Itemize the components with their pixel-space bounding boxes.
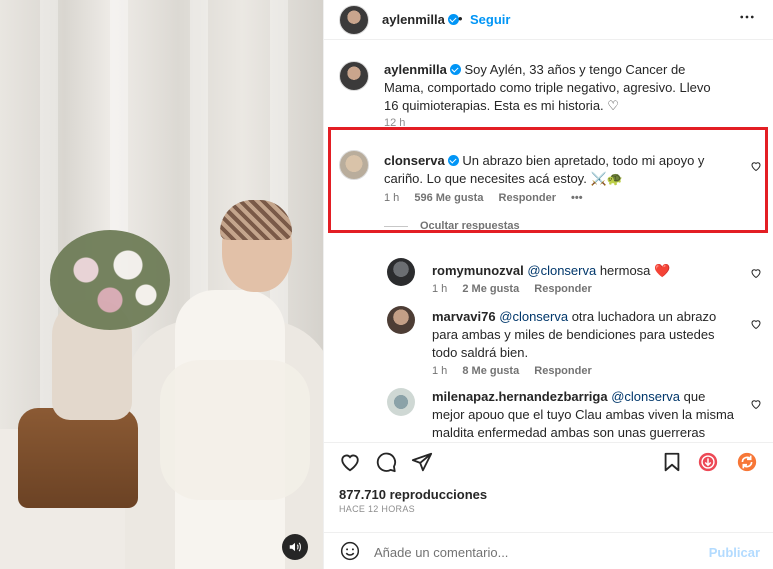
share-icon[interactable] [411, 451, 433, 473]
reply-button[interactable]: Responder [499, 192, 556, 204]
reply-button[interactable]: Responder [534, 283, 591, 295]
comment-composer: Publicar [324, 532, 773, 569]
reply-time: 1 h [432, 283, 448, 295]
comment-input[interactable] [374, 541, 694, 563]
reply-meta: 1 h 2 Me gusta Responder [432, 283, 604, 295]
reply-avatar[interactable] [387, 388, 415, 416]
comment-options-icon[interactable]: ••• [571, 192, 583, 204]
post-panel: aylenmilla • Seguir aylenmilla Soy Aylén… [323, 0, 773, 569]
author-username[interactable]: aylenmilla [382, 12, 445, 27]
reply-likes[interactable]: 8 Me gusta [462, 365, 519, 377]
caption: aylenmilla Soy Aylén, 33 años y tengo Ca… [384, 61, 714, 115]
reply-username[interactable]: romymunozval [432, 263, 524, 278]
reply-avatar[interactable] [387, 258, 415, 286]
more-options-icon[interactable] [738, 8, 756, 31]
caption-time: 12 h [384, 117, 406, 129]
like-comment-icon[interactable] [750, 398, 762, 410]
views-count[interactable]: 877.710 reproducciones [339, 487, 487, 502]
separator-dot: • [458, 11, 463, 26]
reply-mention[interactable]: @clonserva [499, 309, 568, 324]
hide-replies-button[interactable]: Ocultar respuestas [420, 220, 520, 232]
reply-likes[interactable]: 2 Me gusta [462, 283, 519, 295]
comment-meta: 1 h 596 Me gusta Responder ••• [384, 192, 595, 204]
reply-divider [384, 226, 408, 227]
emoji-icon[interactable] [340, 541, 360, 561]
action-bar [324, 442, 773, 482]
like-icon[interactable] [339, 451, 361, 473]
caption-username[interactable]: aylenmilla [384, 62, 447, 77]
reply-mention[interactable]: @clonserva [611, 389, 680, 404]
reply-username[interactable]: marvavi76 [432, 309, 496, 324]
save-icon[interactable] [661, 451, 683, 473]
reply-avatar[interactable] [387, 306, 415, 334]
post-comment-button[interactable]: Publicar [709, 545, 760, 560]
comments-list[interactable]: aylenmilla Soy Aylén, 33 años y tengo Ca… [324, 40, 773, 442]
like-comment-icon[interactable] [750, 318, 762, 330]
comment-avatar[interactable] [339, 150, 369, 180]
verified-badge-icon [447, 155, 459, 166]
reply-button[interactable]: Responder [534, 365, 591, 377]
comment-time: 1 h [384, 192, 400, 204]
follow-button[interactable]: Seguir [470, 12, 510, 27]
post-header: aylenmilla • Seguir [324, 0, 773, 40]
reply-body: marvavi76 @clonserva otra luchadora un a… [432, 308, 737, 362]
post-timestamp: HACE 12 HORAS [339, 504, 415, 514]
speaker-icon [289, 542, 301, 552]
reply-username[interactable]: milenapaz.hernandezbarriga [432, 389, 608, 404]
reply-body: romymunozval @clonserva hermosa ❤️ [432, 262, 732, 280]
like-comment-icon[interactable] [750, 267, 762, 279]
reply-text: hermosa ❤️ [596, 263, 671, 278]
post-media[interactable] [0, 0, 323, 569]
author-avatar[interactable] [339, 5, 369, 35]
comment-username[interactable]: clonserva [384, 153, 445, 168]
wooden-stool [18, 408, 138, 508]
download-icon[interactable] [697, 451, 719, 473]
comment-icon[interactable] [375, 451, 397, 473]
reply-meta: 1 h 8 Me gusta Responder [432, 365, 604, 377]
audio-toggle-button[interactable] [282, 534, 308, 560]
flower-bouquet [50, 230, 170, 330]
comment-likes[interactable]: 596 Me gusta [414, 192, 483, 204]
shawl [160, 360, 310, 500]
like-comment-icon[interactable] [750, 160, 762, 172]
caption-avatar[interactable] [339, 61, 369, 91]
reply-body: milenapaz.hernandezbarriga @clonserva qu… [432, 388, 737, 442]
author-name[interactable]: aylenmilla [382, 12, 459, 27]
verified-badge-icon [449, 64, 461, 75]
repost-icon[interactable] [736, 451, 758, 473]
reply-mention[interactable]: @clonserva [527, 263, 596, 278]
comment-body: clonserva Un abrazo bien apretado, todo … [384, 152, 739, 188]
reply-time: 1 h [432, 365, 448, 377]
